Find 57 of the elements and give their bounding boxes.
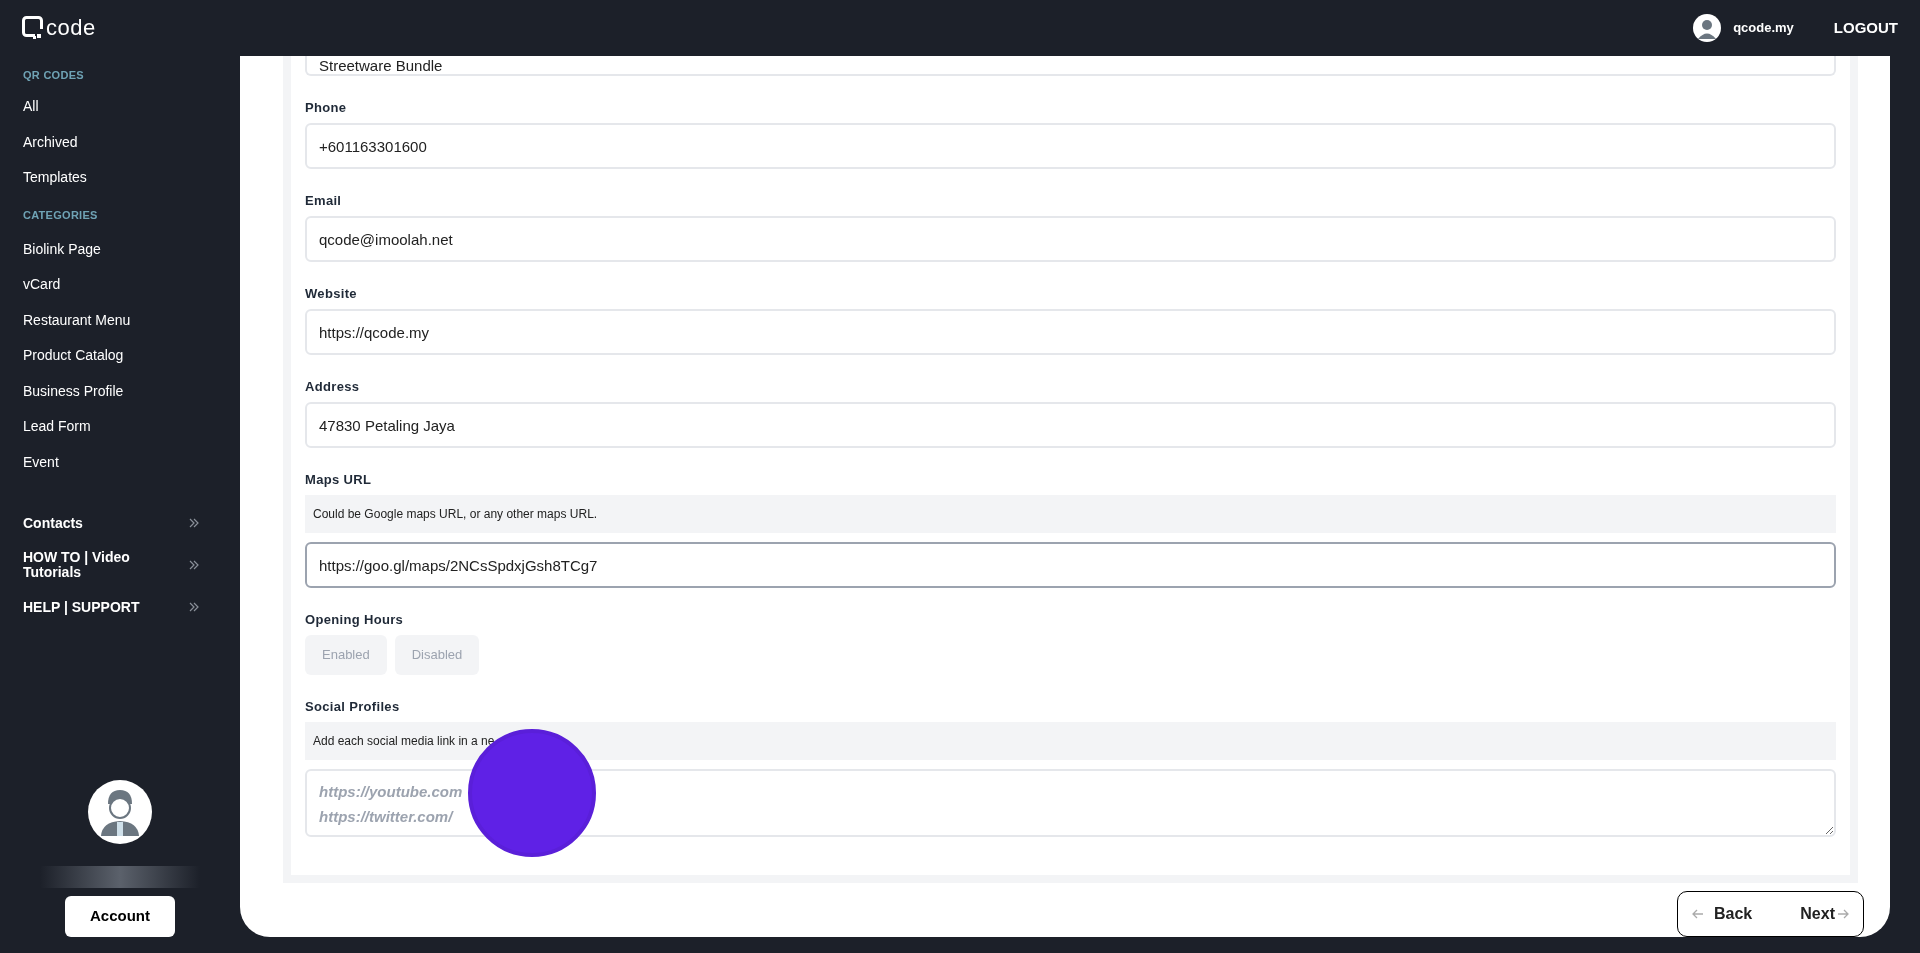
double-chevron-icon — [189, 518, 199, 528]
sidebar-item[interactable]: Biolink Page — [23, 231, 217, 267]
avatar-icon — [88, 780, 152, 844]
double-chevron-icon — [189, 560, 199, 570]
input-field[interactable]: 47830 Petaling Jaya — [305, 402, 1836, 448]
field-label: Social Profiles — [305, 698, 401, 714]
item-label: Contacts — [23, 515, 84, 531]
sidebar-item[interactable]: HELP | SUPPORT — [23, 586, 217, 628]
item-label: Archived — [23, 134, 79, 150]
sidebar-item[interactable]: Archived — [23, 124, 217, 160]
item-label: Event — [23, 454, 60, 470]
item-label: All — [23, 99, 40, 115]
sidebar-item[interactable]: Event — [23, 444, 217, 480]
logo-icon — [22, 16, 44, 40]
user-name[interactable]: qcode.my — [1733, 18, 1794, 38]
back-button[interactable]: Back — [1692, 902, 1753, 926]
sidebar-item[interactable]: Product Catalog — [23, 338, 217, 374]
input-field[interactable]: qcode@imoolah.net — [305, 216, 1836, 262]
item-label: Lead Form — [23, 419, 92, 435]
input-field[interactable]: +601163301600 — [305, 123, 1836, 169]
arrow-left-icon — [1692, 909, 1704, 919]
hint-text: Could be Google maps URL, or any other maps URL. — [305, 495, 1836, 533]
sidebar-item[interactable]: HOW TO | Video Tutorials — [23, 544, 217, 586]
logout-link[interactable]: LOGOUT — [1833, 16, 1898, 40]
avatar-icon — [1693, 14, 1722, 42]
sidebar-item[interactable]: All — [23, 89, 217, 125]
input-field[interactable]: https://goo.gl/maps/2NCsSpdxjGsh8TCg7 — [305, 542, 1836, 588]
input-field[interactable]: Streetware Bundle — [305, 56, 1836, 76]
input-field[interactable]: https://qcode.my — [305, 309, 1836, 355]
item-label: HOW TO | Video Tutorials — [23, 550, 131, 580]
item-label: Restaurant Menu — [23, 312, 132, 328]
textarea-field[interactable]: https://youtube.com https://twitter.com/ — [305, 769, 1836, 837]
account-button[interactable]: Account — [65, 896, 175, 937]
item-label: Product Catalog — [23, 348, 125, 364]
section-heading: QR CODES — [23, 67, 85, 83]
sidebar-item[interactable]: Lead Form — [23, 409, 217, 445]
sidebar-item[interactable]: Restaurant Menu — [23, 302, 217, 338]
field-label: Address — [305, 378, 361, 394]
field-label: Website — [305, 285, 358, 301]
next-button[interactable]: Next — [1800, 902, 1849, 926]
sidebar-item[interactable]: Contacts — [23, 502, 217, 544]
item-label: HELP | SUPPORT — [23, 599, 141, 615]
item-label: vCard — [23, 277, 62, 293]
field-label: Opening Hours — [305, 611, 405, 627]
double-chevron-icon — [189, 602, 199, 612]
field-label: Email — [305, 192, 343, 208]
item-label: Business Profile — [23, 383, 125, 399]
field-label: Phone — [305, 99, 348, 115]
item-label: Templates — [23, 170, 88, 186]
logo-text: code — [46, 17, 96, 39]
sidebar-item[interactable]: Business Profile — [23, 373, 217, 409]
section-heading: CATEGORIES — [23, 208, 99, 224]
sidebar-item[interactable]: Templates — [23, 160, 217, 196]
sidebar-item[interactable]: vCard — [23, 267, 217, 303]
field-label: Maps URL — [305, 471, 373, 487]
item-label: Biolink Page — [23, 241, 102, 257]
arrow-right-icon — [1837, 909, 1849, 919]
